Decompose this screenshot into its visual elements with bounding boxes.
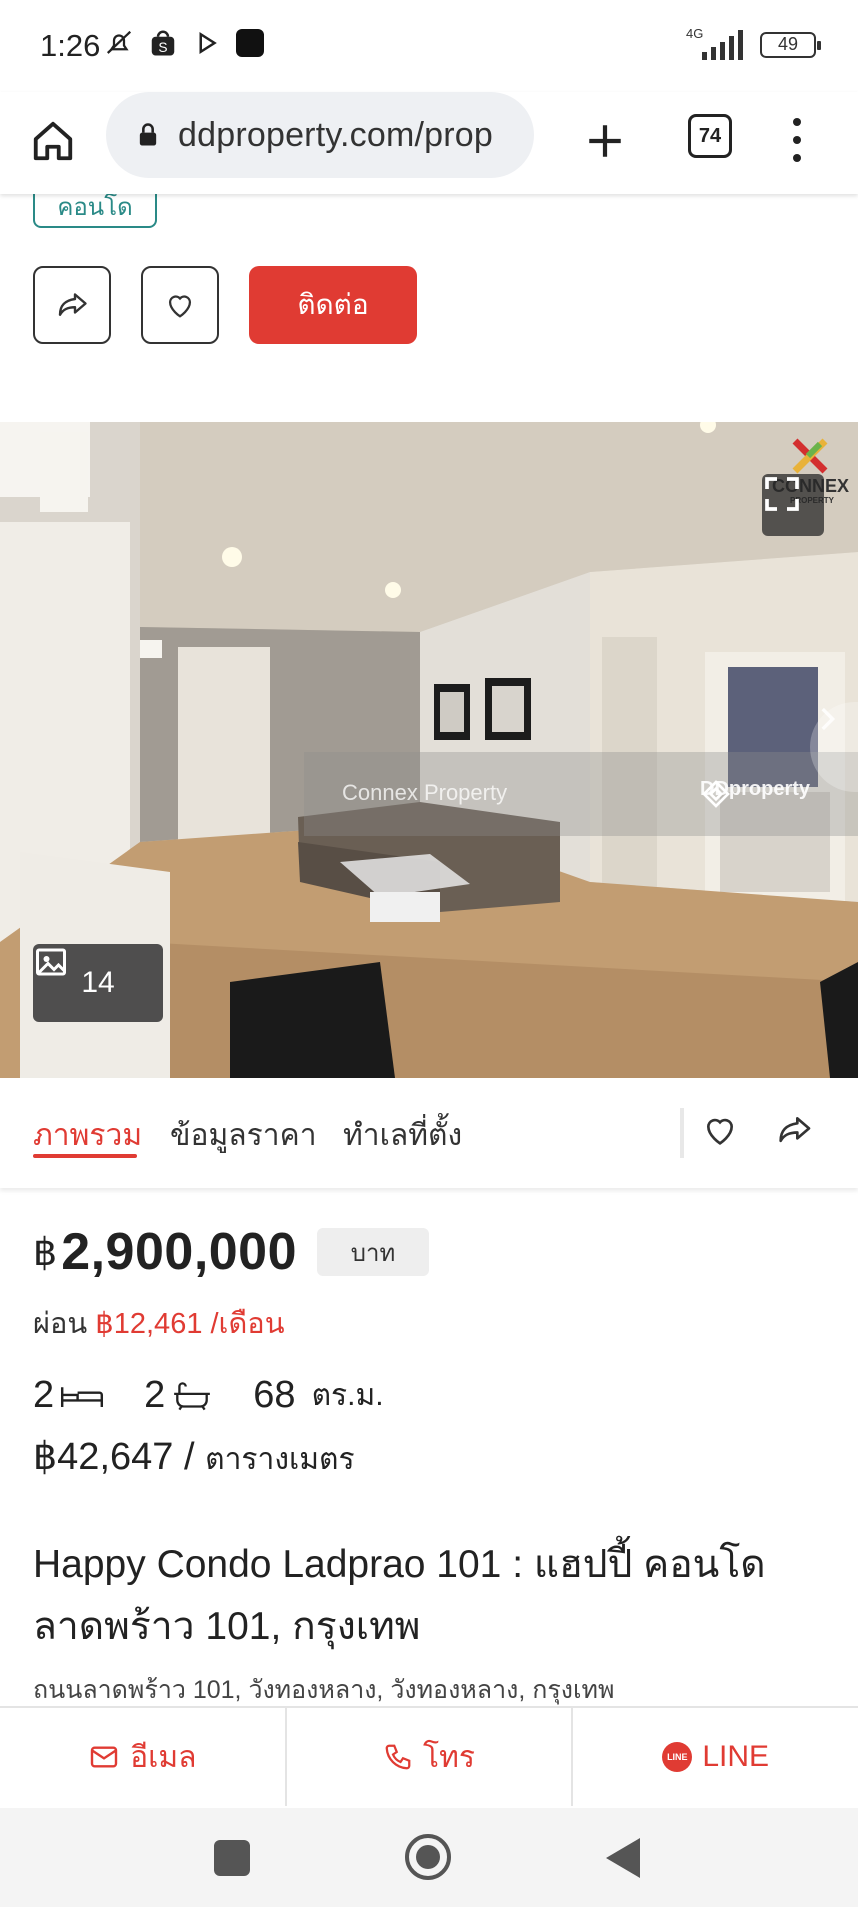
area-value: 68 bbox=[253, 1374, 296, 1416]
price-unit-badge: บาท bbox=[317, 1228, 430, 1276]
listing-photo[interactable]: Connex Property DDproperty CONNEX PROPER… bbox=[0, 422, 858, 1078]
ddproperty-logo-icon bbox=[702, 780, 730, 808]
battery-indicator: 49 bbox=[760, 32, 821, 58]
price-per-sqm: ฿42,647 / ตารางเมตร bbox=[33, 1434, 355, 1483]
line-button[interactable]: LINE LINE bbox=[573, 1708, 858, 1806]
photo-count-button[interactable]: 14 bbox=[33, 944, 163, 1022]
tab-location[interactable]: ทำเลที่ตั้ง bbox=[343, 1112, 462, 1159]
fullscreen-icon bbox=[765, 477, 799, 511]
phone-label: โทร bbox=[423, 1740, 476, 1774]
bedroom-count: 2 bbox=[33, 1374, 55, 1416]
connex-x-icon bbox=[792, 438, 828, 474]
favorite-button[interactable] bbox=[141, 266, 219, 344]
home-nav-button[interactable] bbox=[405, 1834, 451, 1880]
tab-divider bbox=[680, 1108, 684, 1158]
bell-off-icon bbox=[106, 30, 132, 54]
shopee-icon: S bbox=[151, 30, 175, 56]
fullscreen-button[interactable] bbox=[762, 474, 824, 536]
price-per-sqm-value: ฿42,647 / bbox=[33, 1436, 195, 1478]
mail-icon bbox=[90, 1746, 118, 1768]
section-tabs: ภาพรวม ข้อมูลราคา ทำเลที่ตั้ง bbox=[0, 1078, 858, 1188]
image-icon bbox=[36, 948, 66, 976]
tab-price-info[interactable]: ข้อมูลราคา bbox=[170, 1112, 317, 1159]
price-value: 2,900,000 bbox=[61, 1223, 298, 1281]
heart-icon bbox=[168, 295, 192, 318]
status-bar: 1:26 S 4G 49 bbox=[0, 0, 858, 92]
price-row: ฿ 2,900,000 บาท bbox=[33, 1222, 430, 1282]
play-icon bbox=[199, 31, 217, 55]
home-button[interactable] bbox=[26, 114, 80, 168]
signal-icon: 4G bbox=[686, 26, 748, 60]
watermark-text: Connex Property bbox=[342, 780, 508, 805]
bathtub-icon bbox=[174, 1381, 211, 1410]
lock-icon bbox=[139, 123, 157, 146]
property-specs: 2 2 68 ตร.ม. bbox=[33, 1372, 424, 1419]
address-bar[interactable]: ddproperty.com/prop bbox=[106, 92, 534, 178]
watermark-brand: DDproperty bbox=[700, 778, 810, 808]
installment-amount: ฿12,461 /เดือน bbox=[95, 1308, 285, 1340]
email-label: อีเมล bbox=[130, 1740, 197, 1774]
app-icon bbox=[236, 29, 264, 57]
svg-text:S: S bbox=[158, 40, 167, 55]
chevron-right-icon bbox=[821, 707, 836, 731]
active-tab-indicator bbox=[33, 1154, 137, 1158]
new-tab-button[interactable] bbox=[578, 114, 632, 168]
listing-title: Happy Condo Ladprao 101 : แฮปปี้ คอนโด ล… bbox=[33, 1543, 766, 1648]
menu-icon[interactable] bbox=[780, 112, 814, 168]
contact-bar: อีเมล โทร LINE LINE bbox=[0, 1706, 858, 1806]
tab-switcher-button[interactable]: 74 bbox=[688, 114, 732, 158]
share-icon[interactable] bbox=[774, 1110, 814, 1150]
price-currency: ฿ bbox=[33, 1231, 58, 1274]
bed-icon bbox=[61, 1386, 104, 1407]
tab-overview[interactable]: ภาพรวม bbox=[33, 1112, 142, 1159]
contact-button[interactable]: ติดต่อ bbox=[249, 266, 417, 344]
photo-count: 14 bbox=[81, 966, 115, 999]
phone-icon bbox=[385, 1744, 411, 1770]
price-per-sqm-unit: ตารางเมตร bbox=[205, 1443, 355, 1476]
phone-button[interactable]: โทร bbox=[287, 1708, 574, 1806]
recents-button[interactable] bbox=[214, 1840, 250, 1876]
line-label: LINE bbox=[702, 1740, 770, 1773]
plus-icon bbox=[589, 125, 621, 157]
status-time: 1:26 bbox=[40, 28, 101, 63]
area-unit: ตร.ม. bbox=[311, 1379, 384, 1412]
installment-text: ผ่อน ฿12,461 /เดือน bbox=[33, 1300, 285, 1346]
back-button[interactable] bbox=[606, 1838, 640, 1878]
listing-address: ถนนลาดพร้าว 101, วังทองหลาง, วังทองหลาง,… bbox=[33, 1676, 615, 1704]
home-icon bbox=[33, 121, 73, 161]
browser-toolbar: ddproperty.com/prop 74 bbox=[0, 92, 858, 194]
heart-icon[interactable] bbox=[700, 1110, 740, 1150]
installment-label: ผ่อน bbox=[33, 1308, 88, 1340]
bathroom-count: 2 bbox=[144, 1374, 166, 1416]
share-icon bbox=[58, 293, 87, 316]
property-type-tag: คอนโด bbox=[33, 194, 157, 228]
system-nav-bar bbox=[0, 1808, 858, 1907]
email-button[interactable]: อีเมล bbox=[0, 1708, 287, 1806]
line-icon: LINE bbox=[662, 1742, 693, 1772]
share-button[interactable] bbox=[33, 266, 111, 344]
url-text: ddproperty.com/prop bbox=[178, 115, 493, 154]
